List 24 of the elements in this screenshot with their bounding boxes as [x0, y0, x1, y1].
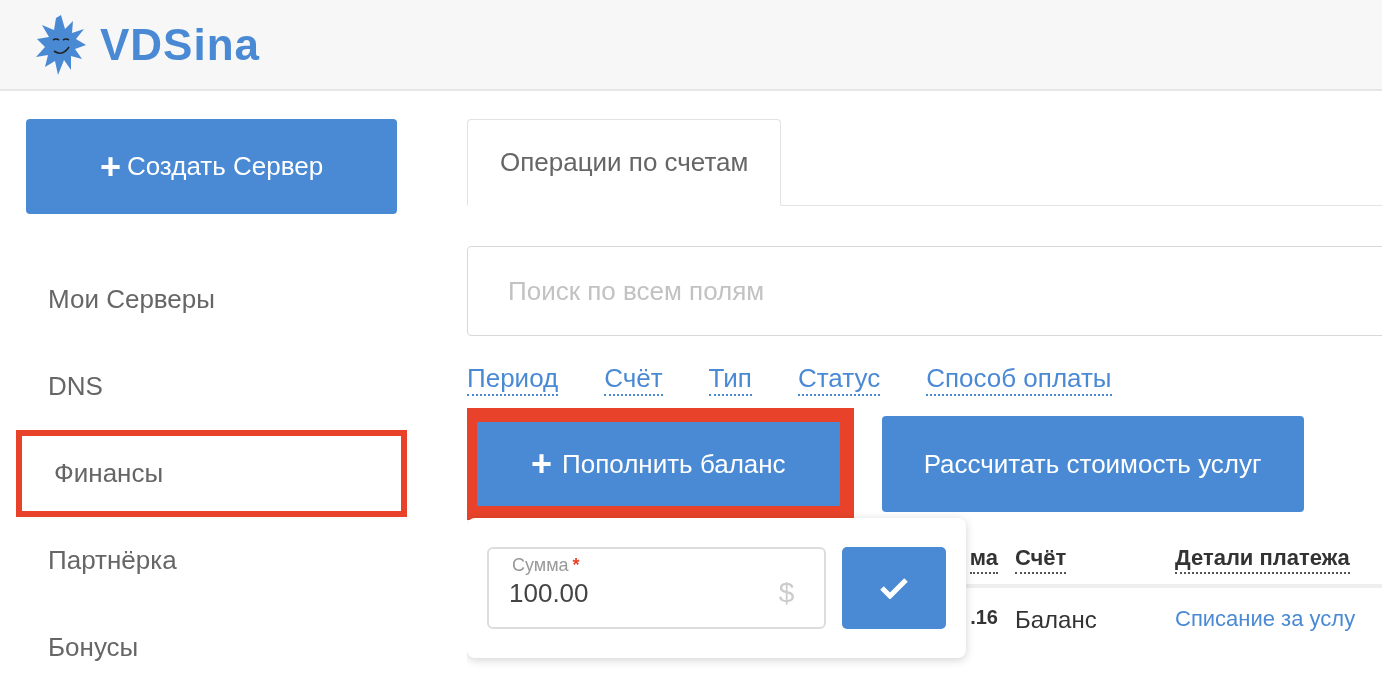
top-up-button[interactable]: + Пополнить баланс [467, 408, 854, 520]
confirm-button[interactable] [842, 547, 946, 629]
tab[interactable]: Операции по счетам [467, 119, 782, 206]
field-label: Сумма * [511, 555, 581, 576]
table-cell-text: .16 [970, 605, 998, 630]
search-field[interactable]: Поиск по всем полям [467, 246, 1382, 336]
table-cell-text: Баланс [1015, 605, 1097, 634]
filter-link[interactable]: Период [467, 362, 559, 396]
logo-text: VDSina [100, 19, 261, 70]
amount-field[interactable]: Сумма * 100.00 $ [487, 547, 827, 629]
filter-link[interactable]: Способ оплаты [926, 362, 1112, 396]
check-icon [879, 577, 910, 599]
currency-unit: $ [778, 577, 795, 609]
filter-link[interactable]: Статус [797, 362, 881, 396]
payment-link[interactable]: Списание за услу [1175, 588, 1356, 634]
filter-link[interactable]: Тип [708, 362, 752, 396]
sun-logo-icon [36, 14, 86, 75]
create-server-button[interactable]: + Создать Сервер [26, 119, 397, 214]
sidebar-item[interactable]: Финансы [16, 430, 407, 517]
calculate-button[interactable]: Рассчитать стоимость услуг [881, 416, 1304, 512]
filter-link[interactable]: Счёт [604, 362, 663, 396]
column-header[interactable]: Счёт [1015, 544, 1067, 574]
column-header[interactable]: Детали платежа [1175, 544, 1350, 574]
column-header[interactable]: ма [969, 544, 998, 574]
